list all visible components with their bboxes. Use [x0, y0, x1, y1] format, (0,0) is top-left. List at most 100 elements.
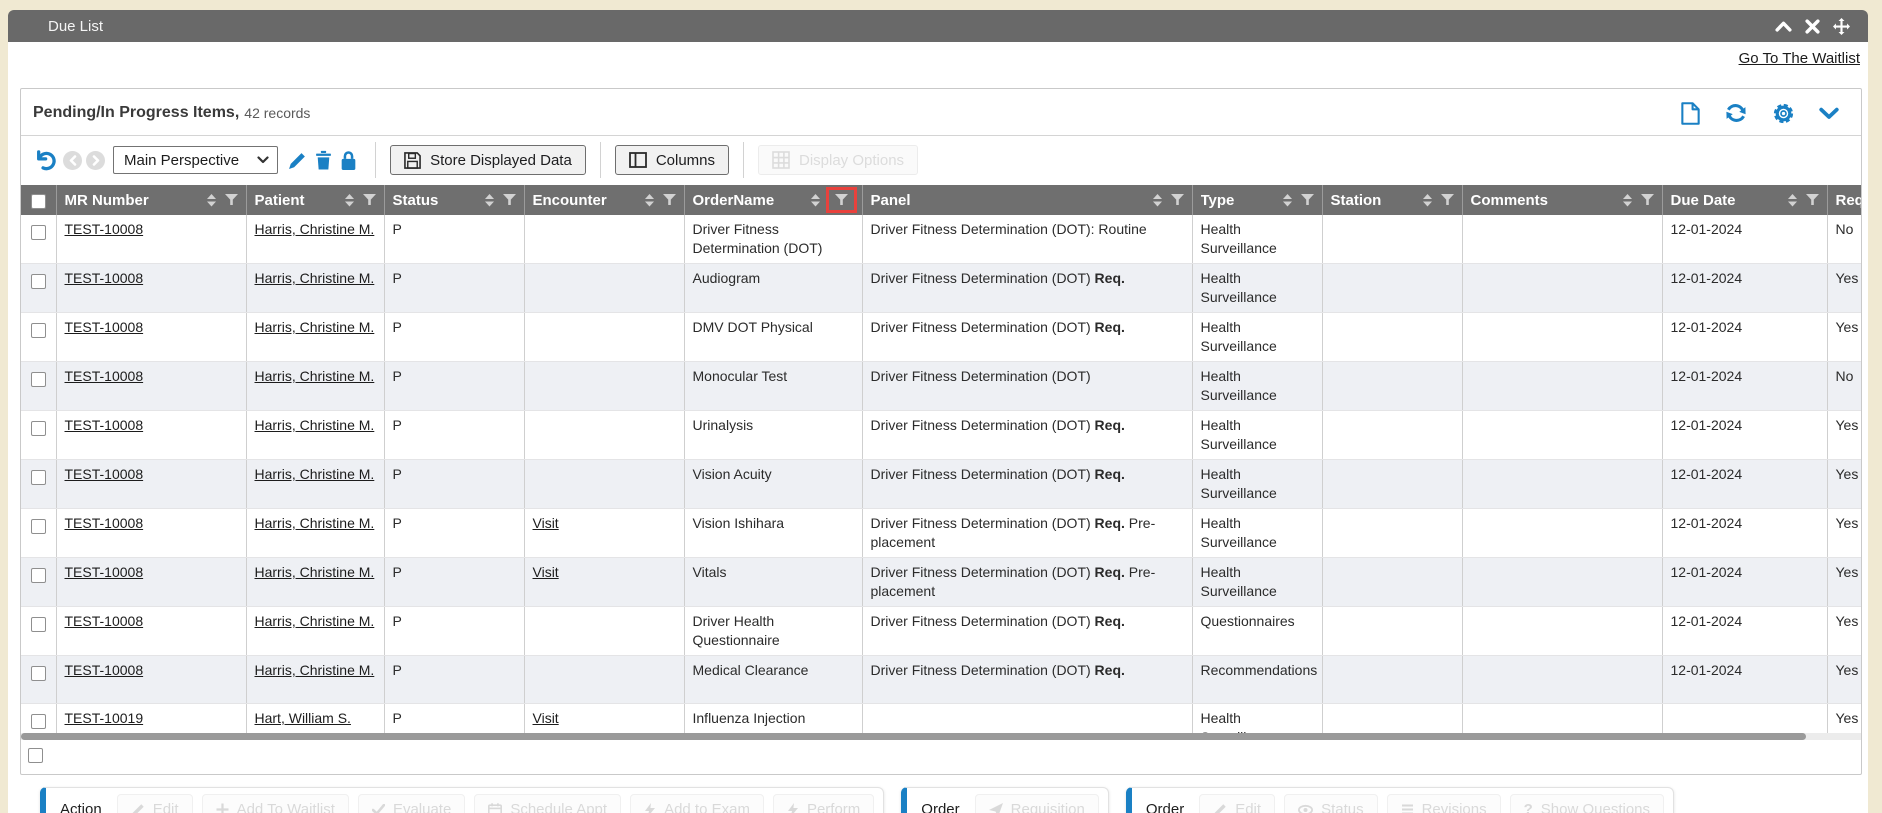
filter-icon[interactable]	[225, 194, 238, 206]
evaluate-button[interactable]: Evaluate	[358, 794, 465, 813]
mr-number-link[interactable]: TEST-10008	[65, 466, 144, 482]
column-header-type[interactable]: Type	[1192, 185, 1322, 215]
mr-number-link[interactable]: TEST-10008	[65, 662, 144, 678]
collapse-chevron-icon[interactable]	[1819, 107, 1839, 120]
new-document-icon[interactable]	[1681, 102, 1700, 125]
visit-link[interactable]: Visit	[533, 564, 559, 580]
sort-icon[interactable]	[345, 194, 354, 207]
close-icon[interactable]	[1805, 19, 1820, 34]
row-checkbox[interactable]	[28, 748, 43, 763]
patient-link[interactable]: Harris, Christine M.	[255, 662, 375, 678]
edit-button[interactable]: Edit	[117, 794, 193, 813]
revisions-button[interactable]: Revisions	[1387, 794, 1501, 813]
show-questions-button[interactable]: ?Show Questions	[1510, 794, 1664, 813]
columns-button[interactable]: Columns	[615, 145, 729, 175]
patient-link[interactable]: Harris, Christine M.	[255, 221, 375, 237]
sort-icon[interactable]	[1788, 194, 1797, 207]
filter-icon[interactable]	[1806, 194, 1819, 206]
lock-icon[interactable]	[340, 150, 357, 171]
column-header-req[interactable]: Req	[1827, 185, 1861, 215]
mr-number-link[interactable]: TEST-10008	[65, 564, 144, 580]
status-button[interactable]: Status	[1284, 794, 1378, 813]
settings-gear-icon[interactable]	[1772, 102, 1795, 125]
patient-link[interactable]: Harris, Christine M.	[255, 319, 375, 335]
sort-icon[interactable]	[485, 194, 494, 207]
sort-icon[interactable]	[1153, 194, 1162, 207]
filter-icon[interactable]	[1301, 194, 1314, 206]
mr-number-link[interactable]: TEST-10008	[65, 270, 144, 286]
mr-number-link[interactable]: TEST-10008	[65, 613, 144, 629]
mr-number-link[interactable]: TEST-10008	[65, 221, 144, 237]
row-checkbox[interactable]	[31, 225, 46, 240]
edit-button[interactable]: Edit	[1199, 794, 1275, 813]
column-header-order[interactable]: OrderName	[684, 185, 862, 215]
undo-icon[interactable]	[33, 148, 57, 172]
filter-icon[interactable]	[1441, 194, 1454, 206]
mr-number-link[interactable]: TEST-10019	[65, 710, 144, 726]
sort-icon[interactable]	[1283, 194, 1292, 207]
filter-icon[interactable]	[1171, 194, 1184, 206]
row-checkbox[interactable]	[31, 568, 46, 583]
row-checkbox[interactable]	[31, 714, 46, 729]
schedule-appt-button[interactable]: Schedule Appt	[474, 794, 621, 813]
next-icon[interactable]	[86, 151, 105, 170]
add-to-waitlist-button[interactable]: Add To Waitlist	[202, 794, 349, 813]
row-checkbox[interactable]	[31, 323, 46, 338]
scrollbar-thumb[interactable]	[21, 733, 1806, 740]
sort-icon[interactable]	[207, 194, 216, 207]
add-to-exam-button[interactable]: Add to Exam	[630, 794, 764, 813]
mr-number-link[interactable]: TEST-10008	[65, 515, 144, 531]
collapse-icon[interactable]	[1775, 21, 1792, 32]
visit-link[interactable]: Visit	[533, 515, 559, 531]
sort-icon[interactable]	[811, 194, 820, 207]
patient-link[interactable]: Harris, Christine M.	[255, 564, 375, 580]
column-header-comments[interactable]: Comments	[1462, 185, 1662, 215]
column-header-due[interactable]: Due Date	[1662, 185, 1827, 215]
filter-icon[interactable]	[663, 194, 676, 206]
patient-link[interactable]: Harris, Christine M.	[255, 270, 375, 286]
filter-icon[interactable]	[363, 194, 376, 206]
filter-icon[interactable]	[835, 194, 848, 206]
column-header-encounter[interactable]: Encounter	[524, 185, 684, 215]
sort-icon[interactable]	[645, 194, 654, 207]
display-options-button[interactable]: Display Options	[758, 145, 918, 175]
filter-icon[interactable]	[1641, 194, 1654, 206]
column-header-patient[interactable]: Patient	[246, 185, 384, 215]
column-header-panel[interactable]: Panel	[862, 185, 1192, 215]
previous-icon[interactable]	[63, 151, 82, 170]
edit-pencil-icon[interactable]	[288, 151, 307, 170]
patient-link[interactable]: Harris, Christine M.	[255, 515, 375, 531]
perspective-select[interactable]: Main Perspective	[113, 146, 278, 174]
perform-button[interactable]: Perform	[773, 794, 874, 813]
mr-number-link[interactable]: TEST-10008	[65, 319, 144, 335]
row-checkbox[interactable]	[31, 666, 46, 681]
move-icon[interactable]	[1833, 18, 1850, 35]
row-checkbox[interactable]	[31, 617, 46, 632]
row-checkbox[interactable]	[31, 372, 46, 387]
mr-number-link[interactable]: TEST-10008	[65, 417, 144, 433]
go-to-waitlist-link[interactable]: Go To The Waitlist	[1739, 50, 1860, 67]
sort-icon[interactable]	[1423, 194, 1432, 207]
select-all-checkbox[interactable]	[31, 194, 46, 209]
horizontal-scrollbar[interactable]	[21, 733, 1861, 740]
row-checkbox[interactable]	[31, 519, 46, 534]
requisition-button[interactable]: Requisition	[975, 794, 1099, 813]
refresh-icon[interactable]	[1724, 101, 1748, 125]
patient-link[interactable]: Harris, Christine M.	[255, 368, 375, 384]
row-checkbox[interactable]	[31, 470, 46, 485]
patient-link[interactable]: Hart, William S.	[255, 710, 351, 726]
delete-trash-icon[interactable]	[315, 150, 332, 170]
column-header-mr[interactable]: MR Number	[56, 185, 246, 215]
visit-link[interactable]: Visit	[533, 710, 559, 726]
store-displayed-data-button[interactable]: Store Displayed Data	[390, 145, 586, 175]
sort-icon[interactable]	[1623, 194, 1632, 207]
mr-number-link[interactable]: TEST-10008	[65, 368, 144, 384]
patient-link[interactable]: Harris, Christine M.	[255, 417, 375, 433]
row-checkbox[interactable]	[31, 274, 46, 289]
column-header-station[interactable]: Station	[1322, 185, 1462, 215]
row-checkbox[interactable]	[31, 421, 46, 436]
filter-icon[interactable]	[503, 194, 516, 206]
patient-link[interactable]: Harris, Christine M.	[255, 613, 375, 629]
column-header-status[interactable]: Status	[384, 185, 524, 215]
patient-link[interactable]: Harris, Christine M.	[255, 466, 375, 482]
